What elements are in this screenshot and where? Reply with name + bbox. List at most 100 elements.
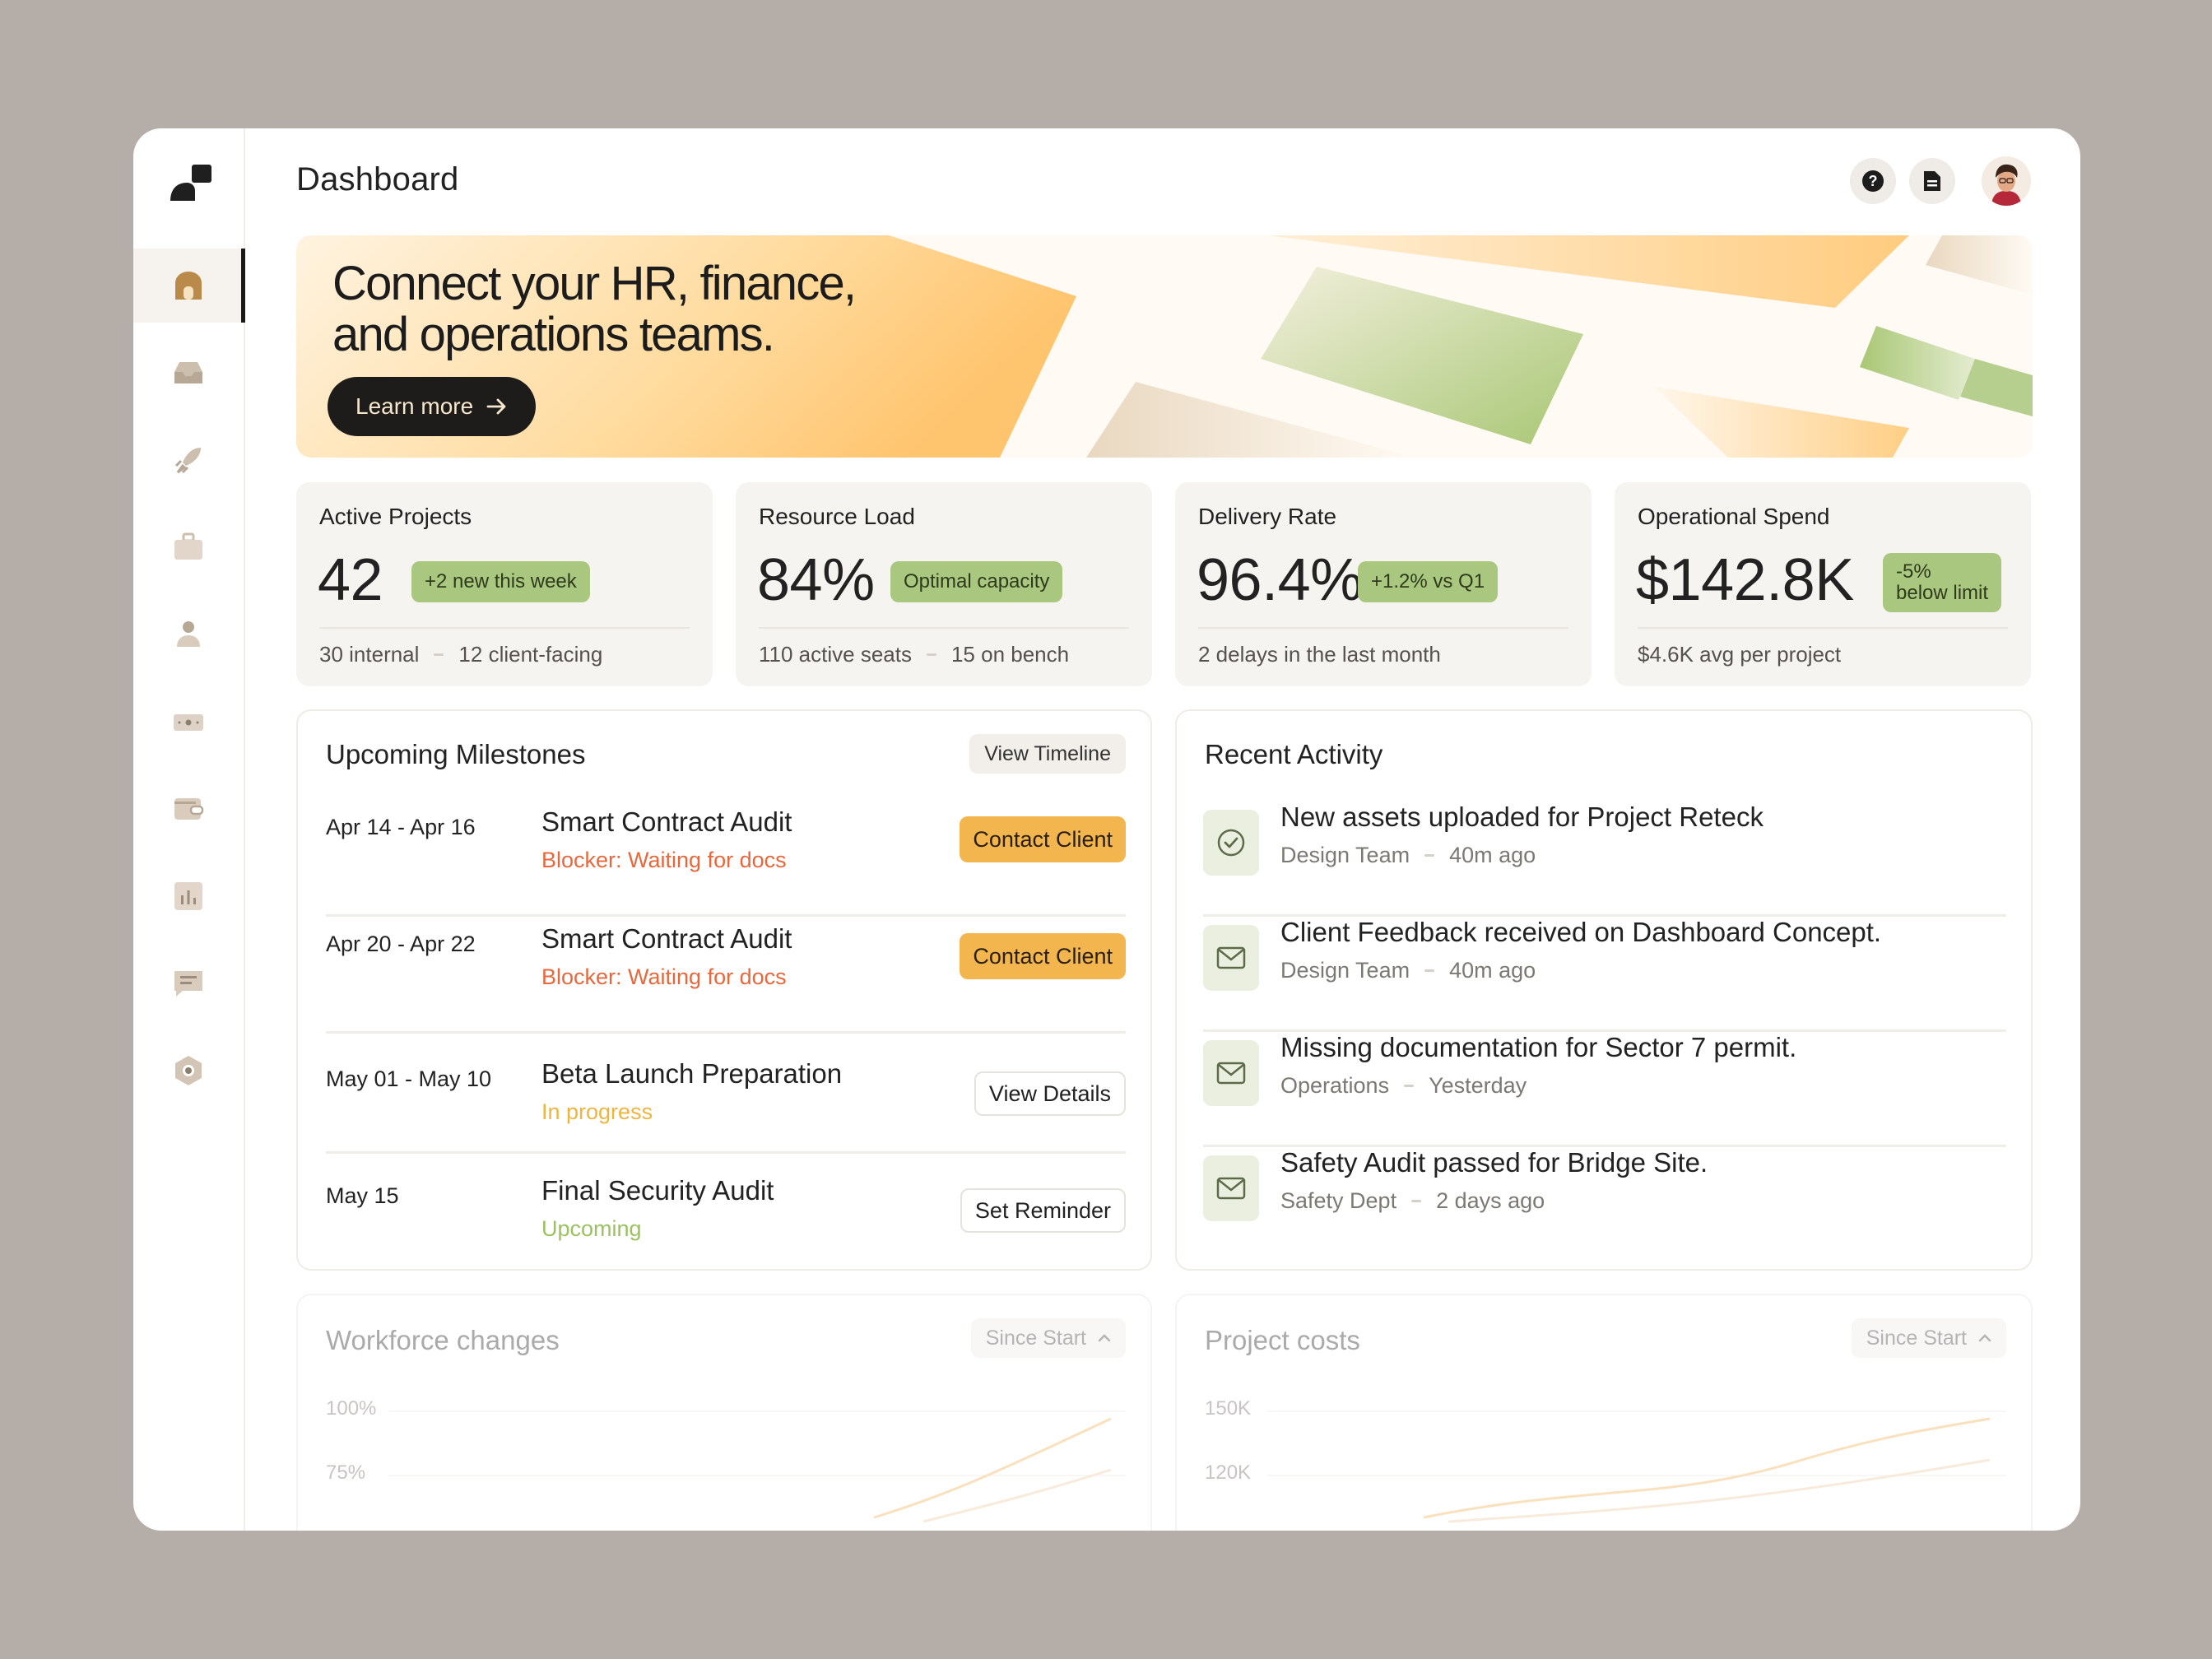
activity-title-text: Safety Audit passed for Bridge Site. bbox=[1280, 1147, 1708, 1178]
activity-meta: Design Team 40m ago bbox=[1280, 958, 1536, 983]
activity-team: Design Team bbox=[1280, 958, 1410, 983]
activity-item[interactable]: Client Feedback received on Dashboard Co… bbox=[1203, 917, 2006, 1032]
document-icon bbox=[1924, 171, 1940, 191]
stat-card-resource-load: Resource Load 84% Optimal capacity 110 a… bbox=[736, 482, 1152, 686]
separator bbox=[1424, 854, 1435, 857]
stat-subtext: $4.6K avg per project bbox=[1638, 642, 1841, 667]
activity-item[interactable]: Missing documentation for Sector 7 permi… bbox=[1203, 1032, 2006, 1147]
activity-meta: Design Team 40m ago bbox=[1280, 843, 1536, 868]
divider bbox=[759, 627, 1129, 629]
banner-title: Connect your HR, finance, and operations… bbox=[332, 258, 925, 360]
activity-time: 2 days ago bbox=[1436, 1188, 1545, 1213]
sidebar-item-people[interactable] bbox=[133, 597, 244, 672]
stat-sub-b: 15 on bench bbox=[950, 642, 1070, 667]
rocket-icon bbox=[174, 448, 201, 474]
check-circle-icon bbox=[1217, 829, 1245, 857]
activity-item[interactable]: Safety Audit passed for Bridge Site. Saf… bbox=[1203, 1147, 2006, 1262]
sidebar-item-finance[interactable] bbox=[133, 685, 244, 759]
milestone-title: Final Security Audit bbox=[541, 1175, 774, 1206]
learn-more-button[interactable]: Learn more bbox=[328, 377, 537, 436]
sidebar-item-home[interactable] bbox=[133, 249, 245, 323]
stat-card-active-projects: Active Projects 42 +2 new this week 30 i… bbox=[296, 482, 713, 686]
stat-label: Active Projects bbox=[319, 504, 472, 529]
costs-chart-lines bbox=[1423, 1417, 1991, 1523]
sidebar-item-settings[interactable] bbox=[133, 1034, 244, 1108]
sidebar-item-wallet[interactable] bbox=[133, 772, 244, 846]
learn-more-label: Learn more bbox=[356, 393, 474, 419]
view-timeline-button[interactable]: View Timeline bbox=[969, 734, 1126, 774]
stat-card-operational-spend: Operational Spend $142.8K -5% below limi… bbox=[1615, 482, 2031, 686]
divider bbox=[319, 627, 690, 629]
milestone-date: Apr 14 - Apr 16 bbox=[326, 815, 476, 839]
stat-badge-line-2: below limit bbox=[1896, 582, 1989, 604]
stat-label: Resource Load bbox=[759, 504, 915, 529]
message-icon bbox=[174, 971, 202, 997]
activity-team: Operations bbox=[1280, 1073, 1390, 1098]
promo-banner: Connect your HR, finance, and operations… bbox=[296, 235, 2033, 458]
milestone-title: Smart Contract Audit bbox=[541, 806, 792, 837]
mail-icon bbox=[1216, 1177, 1246, 1200]
milestone-status: In progress bbox=[541, 1099, 653, 1124]
set-reminder-button[interactable]: Set Reminder bbox=[960, 1188, 1126, 1233]
activity-team: Safety Dept bbox=[1280, 1188, 1397, 1213]
app-window: Dashboard ? Connect your HR, finance, an… bbox=[133, 128, 2080, 1531]
banner-title-line-2: and operations teams. bbox=[332, 308, 775, 361]
sidebar-item-messages[interactable] bbox=[133, 946, 244, 1020]
milestone-row: May 15 Final Security Audit Upcoming Set… bbox=[326, 1154, 1126, 1271]
users-icon bbox=[177, 621, 200, 647]
activity-time: Yesterday bbox=[1429, 1073, 1527, 1098]
mail-icon bbox=[1216, 1062, 1246, 1085]
stat-sub-a: 110 active seats bbox=[759, 642, 912, 667]
divider bbox=[1198, 627, 1568, 629]
avatar[interactable] bbox=[1982, 156, 2031, 206]
stat-badge: -5% below limit bbox=[1883, 553, 2002, 612]
sidebar-item-projects[interactable] bbox=[133, 510, 244, 584]
milestone-title: Beta Launch Preparation bbox=[541, 1058, 843, 1089]
money-icon bbox=[174, 714, 203, 731]
stat-subtext: 110 active seats 15 on bench bbox=[759, 642, 1069, 667]
activity-meta: Safety Dept 2 days ago bbox=[1280, 1188, 1545, 1214]
workforce-chart-lines bbox=[873, 1417, 1112, 1523]
mail-icon bbox=[1216, 946, 1246, 969]
sidebar-item-reports[interactable] bbox=[133, 859, 244, 933]
help-icon: ? bbox=[1862, 170, 1884, 192]
activity-item[interactable]: New assets uploaded for Project Reteck D… bbox=[1203, 802, 2006, 917]
milestones-panel: Upcoming Milestones View Timeline Apr 14… bbox=[296, 709, 1152, 1271]
milestone-date: May 15 bbox=[326, 1183, 399, 1208]
view-details-button[interactable]: View Details bbox=[974, 1071, 1126, 1116]
stat-value: $142.8K bbox=[1636, 547, 1854, 613]
stat-badge: +1.2% vs Q1 bbox=[1358, 561, 1499, 602]
activity-time: 40m ago bbox=[1449, 958, 1536, 983]
milestone-row: May 01 - May 10 Beta Launch Preparation … bbox=[326, 1034, 1126, 1154]
activity-icon-box bbox=[1203, 1155, 1259, 1221]
stat-badge: Optimal capacity bbox=[890, 561, 1063, 602]
user-photo bbox=[1982, 156, 2031, 206]
workforce-chart-panel: Workforce changes Since Start 100% 75% bbox=[296, 1294, 1152, 1531]
stat-value: 96.4% bbox=[1197, 547, 1363, 613]
activity-title-text: Missing documentation for Sector 7 permi… bbox=[1280, 1032, 1797, 1062]
home-icon bbox=[175, 272, 202, 300]
separator bbox=[1404, 1085, 1415, 1087]
contact-client-button[interactable]: Contact Client bbox=[960, 816, 1126, 862]
sidebar-item-inbox[interactable] bbox=[133, 336, 244, 410]
milestone-status: Blocker: Waiting for docs bbox=[541, 964, 787, 989]
activity-title-text: New assets uploaded for Project Reteck bbox=[1280, 802, 1764, 832]
separator bbox=[1411, 1200, 1422, 1202]
milestones-title: Upcoming Milestones bbox=[326, 739, 586, 769]
documents-button[interactable] bbox=[1909, 158, 1955, 204]
sidebar-item-launch[interactable] bbox=[133, 423, 244, 497]
activity-icon-box bbox=[1203, 1040, 1259, 1106]
chart-icon bbox=[174, 882, 202, 910]
help-button[interactable]: ? bbox=[1850, 158, 1896, 204]
stat-badge-line-1: -5% bbox=[1896, 560, 1931, 583]
contact-client-button[interactable]: Contact Client bbox=[960, 933, 1126, 979]
stat-subtext: 2 delays in the last month bbox=[1198, 642, 1441, 667]
separator bbox=[926, 653, 936, 656]
activity-time: 40m ago bbox=[1449, 843, 1536, 867]
inbox-icon bbox=[174, 362, 202, 383]
stat-label: Operational Spend bbox=[1638, 504, 1830, 529]
stat-sub-a: 30 internal bbox=[319, 642, 420, 667]
stat-label: Delivery Rate bbox=[1198, 504, 1337, 529]
milestone-date: Apr 20 - Apr 22 bbox=[326, 932, 476, 956]
milestone-row: Apr 14 - Apr 16 Smart Contract Audit Blo… bbox=[326, 800, 1126, 917]
